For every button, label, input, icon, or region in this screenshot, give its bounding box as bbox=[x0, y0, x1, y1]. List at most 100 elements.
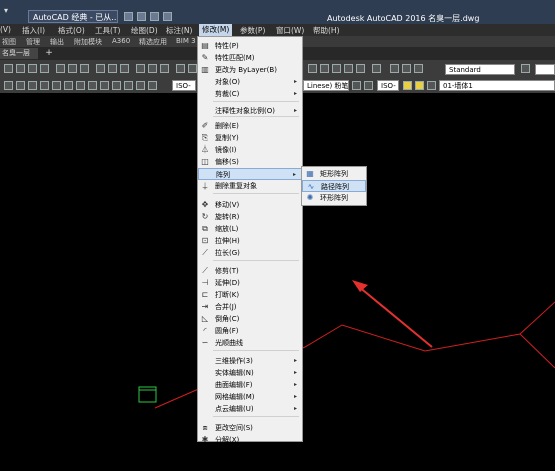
design-center-icon[interactable] bbox=[320, 64, 329, 73]
open-icon[interactable] bbox=[16, 64, 25, 73]
dim-jogged-icon[interactable] bbox=[64, 81, 73, 90]
modify-menu-item[interactable]: ⍊ 删除重复对象 bbox=[198, 180, 302, 192]
modify-menu-item[interactable]: 实体编辑(N) ▸ bbox=[198, 367, 302, 379]
quick-access-dropdown[interactable]: ▾ bbox=[4, 6, 8, 15]
modify-menu-item[interactable]: 三维操作(3) ▸ bbox=[198, 355, 302, 367]
dim-style-select-right[interactable]: ISO- bbox=[377, 80, 399, 91]
zoom-icon[interactable] bbox=[188, 64, 197, 73]
check-icon[interactable] bbox=[390, 64, 399, 73]
ribbon-tab-bim[interactable]: BIM 3 bbox=[176, 37, 196, 45]
export-icon[interactable] bbox=[80, 64, 89, 73]
ribbon-tab-featured-apps[interactable]: 精选应用 bbox=[139, 37, 167, 47]
text-style-icon[interactable] bbox=[414, 64, 423, 73]
modify-menu-item[interactable]: 对象(O) ▸ bbox=[198, 76, 302, 88]
file-tab[interactable]: 名臭一层 bbox=[0, 48, 38, 59]
modify-menu-item[interactable]: ✎ 特性匹配(M) bbox=[198, 52, 302, 64]
modify-menu-item[interactable]: ⧉ 缩放(L) bbox=[198, 223, 302, 235]
lightbulb-icon[interactable] bbox=[403, 81, 412, 90]
copy-clip-icon[interactable] bbox=[108, 64, 117, 73]
menu-insert[interactable]: 插入(I) bbox=[22, 25, 45, 36]
tool-palettes-icon[interactable] bbox=[332, 64, 341, 73]
dim-space-icon[interactable] bbox=[136, 81, 145, 90]
menu-modify[interactable]: 修改(M) bbox=[199, 24, 233, 36]
quick-dim-icon[interactable] bbox=[100, 81, 109, 90]
modify-menu-item[interactable]: ◫ 偏移(S) bbox=[198, 156, 302, 168]
linetype-select[interactable]: Linese) 粉笔 bbox=[303, 80, 349, 91]
modify-menu-item[interactable]: 曲面编辑(F) ▸ bbox=[198, 379, 302, 391]
modify-menu-item[interactable]: ✥ 移动(V) bbox=[198, 199, 302, 211]
menu-tools[interactable]: 工具(T) bbox=[95, 25, 120, 36]
dim-arc-icon[interactable] bbox=[28, 81, 37, 90]
modify-menu-item[interactable]: ✱ 分解(X) bbox=[198, 434, 302, 446]
modify-menu-item[interactable]: ↻ 旋转(R) bbox=[198, 211, 302, 223]
layer-properties-icon[interactable] bbox=[352, 81, 361, 90]
dim-continue-icon[interactable] bbox=[124, 81, 133, 90]
preview-icon[interactable] bbox=[56, 64, 65, 73]
dim-style-select[interactable] bbox=[535, 64, 555, 75]
modify-menu-item[interactable]: ✐ 删除(E) bbox=[198, 120, 302, 132]
modify-menu-item[interactable]: ⟋ 修剪(T) bbox=[198, 265, 302, 277]
redo-icon[interactable] bbox=[150, 12, 159, 21]
menu-format[interactable]: 格式(O) bbox=[58, 25, 85, 36]
array-submenu-item[interactable]: ∿ 路径阵列 bbox=[302, 180, 366, 192]
modify-menu-item[interactable]: 阵列 ▸ bbox=[198, 168, 302, 180]
sheet-set-icon[interactable] bbox=[344, 64, 353, 73]
menu-window[interactable]: 窗口(W) bbox=[276, 25, 304, 36]
redo-tool-icon[interactable] bbox=[160, 64, 169, 73]
modify-menu-item[interactable]: ⎘ 复制(Y) bbox=[198, 132, 302, 144]
modify-menu-item[interactable]: 注释性对象比例(O) ▸ bbox=[198, 105, 302, 117]
text-style-select[interactable]: Standard bbox=[445, 64, 515, 75]
array-submenu-item[interactable]: ✺ 环形阵列 bbox=[302, 192, 366, 204]
modify-menu-item[interactable]: ▤ 特性(P) bbox=[198, 40, 302, 52]
dim-linear-icon[interactable] bbox=[4, 81, 13, 90]
menu-view[interactable]: (V) bbox=[0, 25, 11, 34]
layer-state-icon[interactable] bbox=[364, 81, 373, 90]
menu-help[interactable]: 帮助(H) bbox=[313, 25, 340, 36]
ribbon-tab-manage[interactable]: 管理 bbox=[26, 37, 40, 47]
workspace-select[interactable]: AutoCAD 经典 - 已从... bbox=[28, 10, 118, 23]
modify-menu-item[interactable]: ⧈ 更改空间(S) bbox=[198, 422, 302, 434]
dim-baseline-icon[interactable] bbox=[112, 81, 121, 90]
quickcalc-icon[interactable] bbox=[372, 64, 381, 73]
modify-menu-item[interactable]: ⟋ 拉长(G) bbox=[198, 247, 302, 259]
layer-select[interactable]: 01-墙体1 bbox=[439, 80, 555, 91]
dim-break-icon[interactable] bbox=[148, 81, 157, 90]
save-file-icon[interactable] bbox=[28, 64, 37, 73]
modify-menu-item[interactable]: ⊏ 打断(K) bbox=[198, 289, 302, 301]
modify-menu-item[interactable]: ∽ 光顺曲线 bbox=[198, 337, 302, 349]
menu-dimension[interactable]: 标注(N) bbox=[166, 25, 192, 36]
print-icon[interactable] bbox=[40, 64, 49, 73]
modify-menu-item[interactable]: ⇥ 合并(J) bbox=[198, 301, 302, 313]
cut-icon[interactable] bbox=[96, 64, 105, 73]
modify-menu-item[interactable]: ⊣ 延伸(D) bbox=[198, 277, 302, 289]
modify-menu-item[interactable]: 剪裁(C) ▸ bbox=[198, 88, 302, 100]
undo-icon[interactable] bbox=[137, 12, 146, 21]
sun-icon[interactable] bbox=[415, 81, 424, 90]
undo-tool-icon[interactable] bbox=[148, 64, 157, 73]
ribbon-tab-view[interactable]: 视图 bbox=[2, 37, 16, 47]
modify-menu-item[interactable]: 点云编辑(U) ▸ bbox=[198, 403, 302, 415]
properties-tool-icon[interactable] bbox=[308, 64, 317, 73]
lock-icon[interactable] bbox=[427, 81, 436, 90]
paste-icon[interactable] bbox=[120, 64, 129, 73]
layer-tool-icon[interactable] bbox=[402, 64, 411, 73]
menu-parametric[interactable]: 参数(P) bbox=[240, 25, 265, 36]
dim-style-icon[interactable] bbox=[521, 64, 530, 73]
menu-draw[interactable]: 绘图(D) bbox=[131, 25, 158, 36]
modify-menu-item[interactable]: ▥ 更改为 ByLayer(B) bbox=[198, 64, 302, 76]
pan-icon[interactable] bbox=[176, 64, 185, 73]
plot-icon[interactable] bbox=[163, 12, 172, 21]
modify-menu-item[interactable]: 网格编辑(M) ▸ bbox=[198, 391, 302, 403]
new-file-icon[interactable] bbox=[4, 64, 13, 73]
ribbon-tab-addins[interactable]: 附加模块 bbox=[74, 37, 102, 47]
ribbon-tab-a360[interactable]: A360 bbox=[112, 37, 130, 45]
dim-angular-icon[interactable] bbox=[88, 81, 97, 90]
dim-radius-icon[interactable] bbox=[52, 81, 61, 90]
modify-menu-item[interactable]: ⊡ 拉伸(H) bbox=[198, 235, 302, 247]
modify-menu-item[interactable]: ◜ 圆角(F) bbox=[198, 325, 302, 337]
markup-icon[interactable] bbox=[356, 64, 365, 73]
new-tab-button[interactable]: + bbox=[42, 48, 56, 59]
dim-aligned-icon[interactable] bbox=[16, 81, 25, 90]
ribbon-tab-output[interactable]: 输出 bbox=[50, 37, 64, 47]
array-submenu-item[interactable]: ▦ 矩形阵列 bbox=[302, 168, 366, 180]
